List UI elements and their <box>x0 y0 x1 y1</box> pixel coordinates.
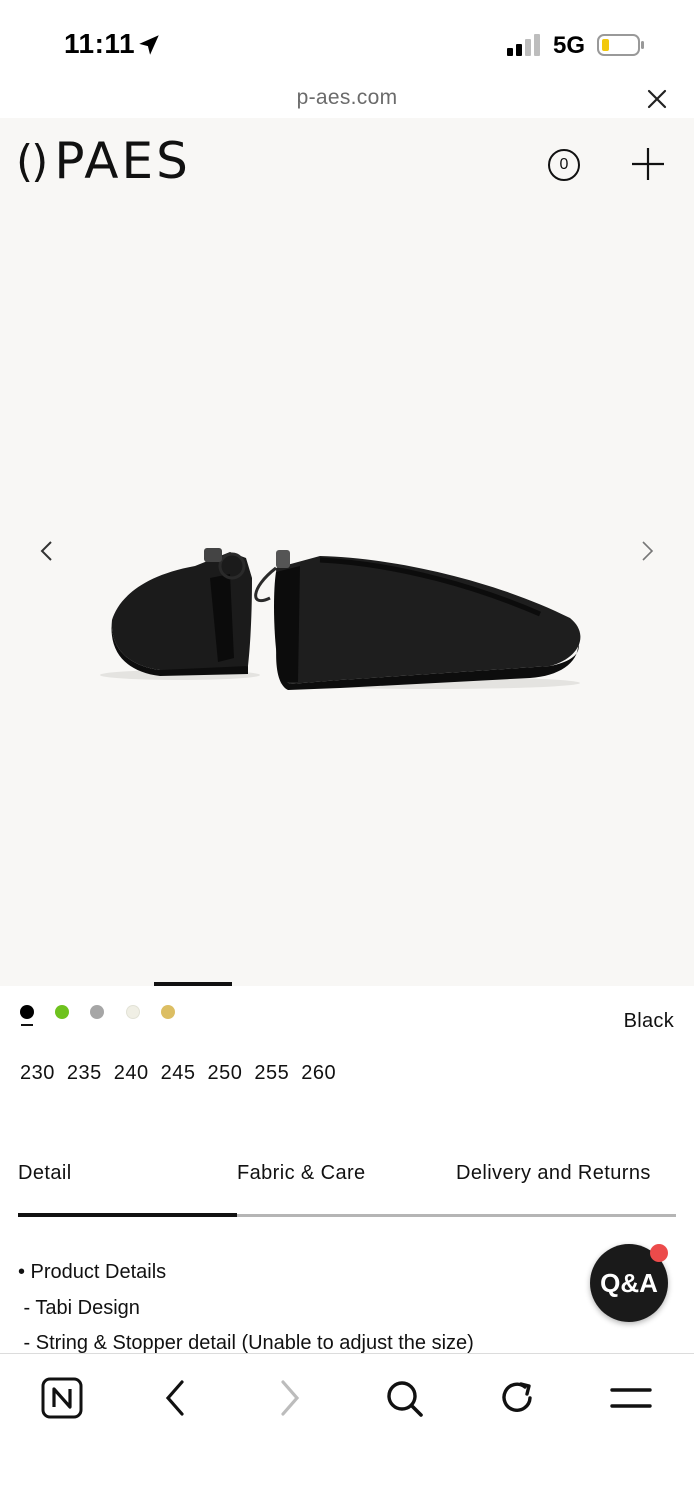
url-text[interactable]: p-aes.com <box>0 86 694 110</box>
network-label: 5G <box>553 32 586 59</box>
size-option[interactable]: 255 <box>254 1062 289 1085</box>
location-arrow-icon <box>139 35 159 55</box>
size-option[interactable]: 245 <box>161 1062 196 1085</box>
refresh-icon[interactable] <box>493 1374 541 1422</box>
plus-icon[interactable] <box>630 146 666 182</box>
gallery-progress-indicator <box>154 982 232 986</box>
battery-icon <box>597 34 644 56</box>
logo-mark: () <box>16 135 48 187</box>
status-bar: 11:11 5G <box>0 0 694 90</box>
naver-icon[interactable] <box>38 1374 86 1422</box>
brand-logo[interactable]: () PAES <box>16 132 191 190</box>
detail-line: - Tabi Design <box>18 1297 140 1319</box>
tab-detail[interactable]: Detail <box>18 1162 72 1185</box>
browser-toolbar <box>0 1353 694 1500</box>
size-option[interactable]: 240 <box>114 1062 149 1085</box>
cart-count: 0 <box>559 156 569 173</box>
tab-fabric-care[interactable]: Fabric & Care <box>237 1162 366 1185</box>
chevron-right-icon[interactable] <box>636 538 658 564</box>
color-swatch-gray[interactable] <box>90 1005 104 1019</box>
status-time: 11:11 <box>64 28 136 59</box>
forward-icon[interactable] <box>266 1374 314 1422</box>
menu-icon[interactable] <box>607 1374 655 1422</box>
size-option[interactable]: 230 <box>20 1062 55 1085</box>
detail-line: - String & Stopper detail (Unable to adj… <box>18 1332 474 1354</box>
active-tab-indicator <box>18 1213 237 1217</box>
cart-icon[interactable]: 0 <box>548 149 580 181</box>
size-option[interactable]: 250 <box>208 1062 243 1085</box>
detail-heading: • Product Details <box>18 1261 167 1283</box>
back-icon[interactable] <box>151 1374 199 1422</box>
close-icon[interactable] <box>644 86 670 112</box>
size-option[interactable]: 260 <box>301 1062 336 1085</box>
notification-dot <box>650 1244 668 1262</box>
color-swatch-black[interactable] <box>20 1005 34 1019</box>
color-swatch-green[interactable] <box>55 1005 69 1019</box>
product-image <box>100 548 581 690</box>
chevron-left-icon[interactable] <box>36 538 58 564</box>
brand-name: PAES <box>54 132 191 190</box>
address-bar[interactable]: p-aes.com <box>0 82 694 118</box>
qa-label: Q&A <box>600 1267 658 1298</box>
tab-delivery-returns[interactable]: Delivery and Returns <box>456 1162 651 1185</box>
signal-icon <box>507 34 540 56</box>
color-swatch-cream[interactable] <box>126 1005 140 1019</box>
search-icon[interactable] <box>380 1374 428 1422</box>
size-option[interactable]: 235 <box>67 1062 102 1085</box>
color-swatch-gold[interactable] <box>161 1005 175 1019</box>
size-options: 230 235 240 245 250 255 260 <box>20 1062 336 1085</box>
selected-swatch-indicator <box>21 1024 33 1026</box>
product-hero: () PAES 0 <box>0 118 694 986</box>
selected-color-label: Black <box>623 1010 674 1032</box>
